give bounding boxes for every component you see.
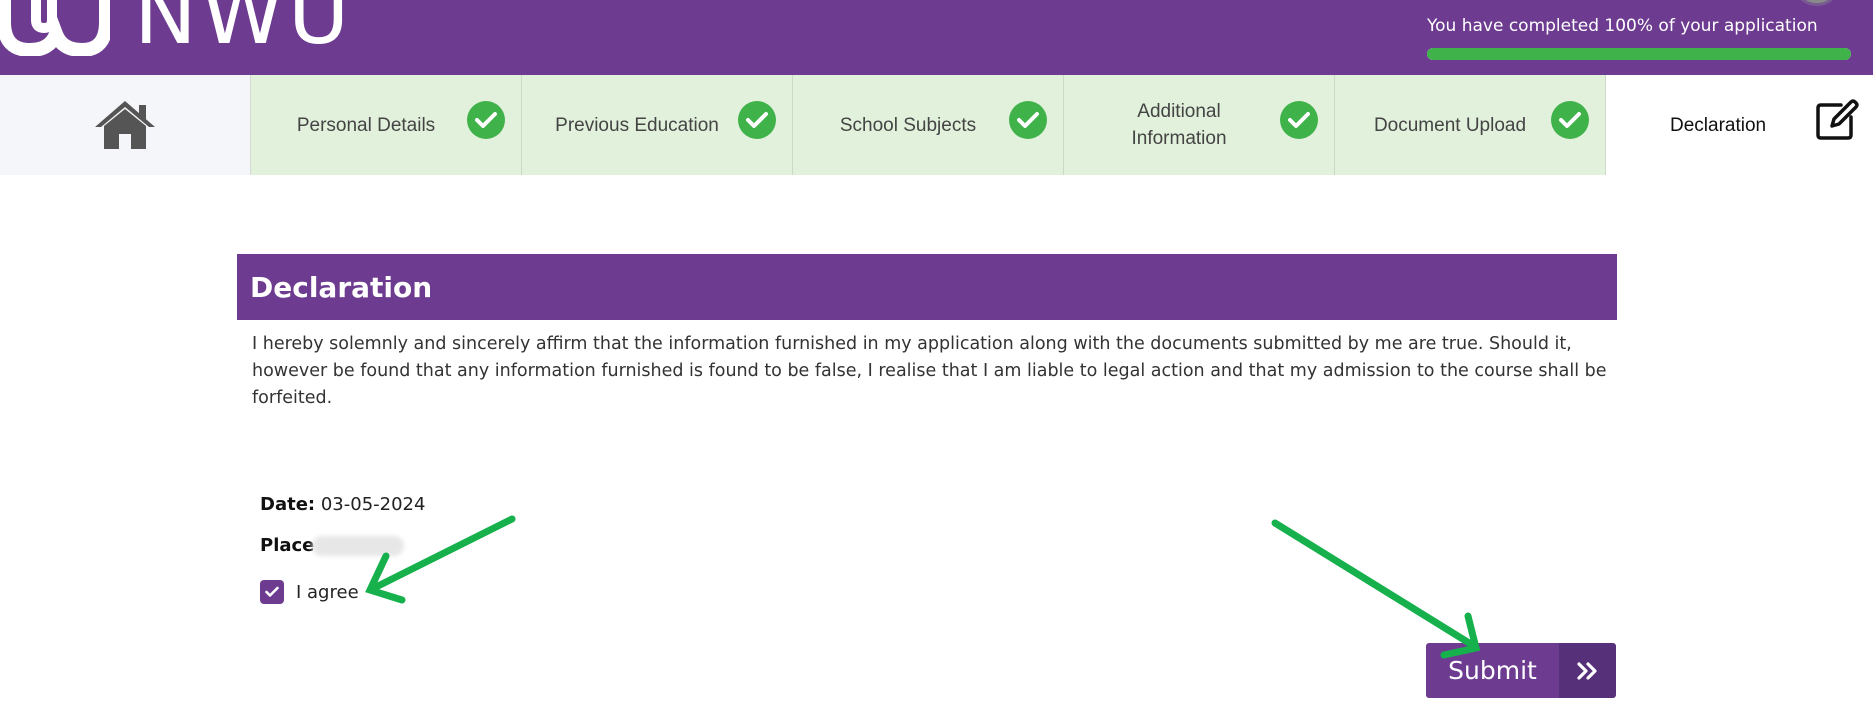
double-chevron-right-icon	[1576, 661, 1597, 680]
submit-button-main[interactable]: Submit	[1426, 643, 1559, 698]
step-previous-education[interactable]: Previous Education	[522, 75, 793, 175]
place-field: Place	[260, 535, 405, 556]
step-label: Additional Information	[1131, 101, 1227, 149]
date-field: Date: 03-05-2024	[260, 494, 425, 515]
nwu-logo-mark-icon	[0, 0, 110, 56]
step-additional-information[interactable]: Additional Information	[1064, 75, 1335, 175]
application-progress: You have completed 100% of your applicat…	[1427, 16, 1853, 60]
step-school-subjects[interactable]: School Subjects	[793, 75, 1064, 175]
home-icon	[95, 101, 155, 149]
checkbox-checked-icon[interactable]	[260, 580, 284, 604]
step-label: Personal Details	[296, 114, 436, 136]
check-circle-icon	[1009, 101, 1047, 139]
date-label: Date:	[260, 494, 316, 515]
app-header: NWU You have completed 100% of your appl…	[0, 0, 1873, 75]
step-declaration[interactable]: Declaration	[1606, 75, 1873, 175]
declaration-title: Declaration	[250, 270, 433, 304]
declaration-text: I hereby solemnly and sincerely affirm t…	[252, 334, 1607, 408]
progress-text: You have completed 100% of your applicat…	[1427, 16, 1818, 36]
declaration-header: Declaration	[237, 254, 1617, 320]
place-value-redacted	[312, 536, 405, 556]
step-document-upload[interactable]: Document Upload	[1335, 75, 1606, 175]
agree-label[interactable]: I agree	[296, 582, 359, 603]
application-steps: Personal Details Previous Education Scho…	[0, 75, 1873, 175]
step-personal-details[interactable]: Personal Details	[251, 75, 522, 175]
check-circle-icon	[1280, 101, 1318, 139]
annotation-arrow-submit	[1271, 519, 1481, 659]
submit-button-side[interactable]	[1559, 643, 1616, 698]
step-label: School Subjects	[839, 114, 977, 136]
step-label: Declaration	[1670, 114, 1767, 136]
nwu-logo[interactable]: NWU	[0, 0, 353, 56]
submit-button[interactable]: Submit	[1426, 643, 1616, 698]
check-circle-icon	[467, 101, 505, 139]
agree-checkbox-row[interactable]: I agree	[260, 580, 359, 604]
date-value: 03-05-2024	[320, 494, 426, 515]
annotation-arrow-agree	[365, 515, 516, 604]
check-circle-icon	[738, 101, 776, 139]
progress-bar-fill	[1427, 48, 1851, 60]
progress-bar	[1427, 48, 1851, 60]
step-label: Previous Education	[555, 114, 719, 136]
place-label: Place	[260, 535, 315, 556]
step-label: Document Upload	[1373, 114, 1527, 136]
check-circle-icon	[1551, 101, 1589, 139]
user-avatar[interactable]	[1792, 0, 1842, 6]
submit-label: Submit	[1448, 656, 1537, 685]
edit-icon	[1816, 99, 1859, 140]
logo-text: NWU	[134, 0, 354, 63]
home-step[interactable]	[0, 75, 251, 175]
